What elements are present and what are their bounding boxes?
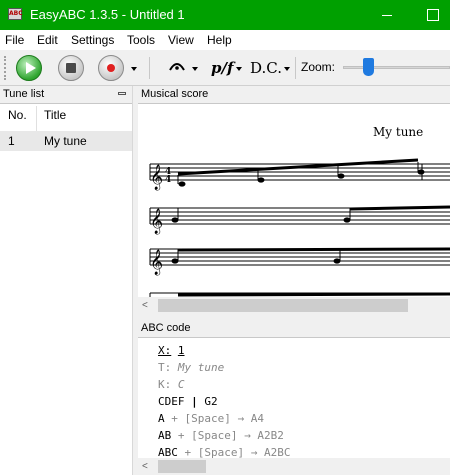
menu-view[interactable]: View: [168, 33, 194, 47]
abc-line-notes: CDEF | G2: [158, 395, 218, 408]
maximize-button[interactable]: [410, 0, 450, 30]
zoom-label: Zoom:: [301, 60, 336, 74]
dc-button[interactable]: D.C.: [250, 59, 282, 77]
abc-scroll-thumb[interactable]: [158, 460, 206, 473]
score-panel-title: Musical score: [141, 88, 209, 100]
tune-list-title: Tune list: [3, 88, 45, 100]
abc-header: ABC code: [138, 320, 450, 338]
menu-help[interactable]: Help: [207, 33, 232, 47]
stop-button[interactable]: [58, 55, 84, 81]
tune-list-panel: [0, 104, 132, 475]
zoom-slider-track[interactable]: [343, 66, 450, 69]
window-title: EasyABC 1.3.5 - Untitled 1: [30, 7, 185, 22]
app-icon: ABC: [8, 8, 23, 20]
minimize-button[interactable]: [364, 0, 410, 30]
abc-line-t: T: My tune: [158, 361, 225, 374]
dynamics-dropdown-icon[interactable]: [236, 67, 242, 71]
menu-bar: File Edit Settings Tools View Help: [0, 30, 450, 50]
tune-title: My tune: [44, 134, 87, 148]
score-scroll-thumb[interactable]: [158, 299, 408, 312]
scroll-left-icon[interactable]: <: [142, 461, 148, 472]
abc-horizontal-scrollbar[interactable]: <: [138, 458, 450, 475]
panel-close-icon[interactable]: [118, 92, 126, 95]
abc-line-k: K: C: [158, 378, 185, 391]
play-button[interactable]: [16, 55, 42, 81]
toolbar-grip[interactable]: [4, 56, 6, 80]
svg-text:4: 4: [165, 175, 171, 185]
score-header: Musical score: [138, 86, 450, 104]
dynamics-button[interactable]: p/f: [211, 59, 233, 77]
abc-line-hint-3: ABC + [Space] → A2BC: [158, 446, 291, 458]
svg-text:𝄞: 𝄞: [150, 208, 163, 234]
abc-line-hint-2: AB + [Space] → A2B2: [158, 429, 284, 442]
menu-file[interactable]: File: [5, 33, 24, 47]
svg-text:𝄞: 𝄞: [150, 249, 163, 275]
tune-list-header: Tune list: [0, 86, 132, 104]
menu-tools[interactable]: Tools: [127, 33, 155, 47]
dc-dropdown-icon[interactable]: [284, 67, 290, 71]
tune-list-row[interactable]: 1 My tune: [0, 131, 132, 151]
toolbar-separator: [295, 57, 296, 79]
tune-number: 1: [8, 134, 15, 148]
column-title-header[interactable]: Title: [44, 108, 66, 130]
abc-line-x: X: 1: [158, 344, 185, 357]
menu-settings[interactable]: Settings: [71, 33, 114, 47]
fermata-icon[interactable]: [168, 56, 186, 74]
musical-score-view[interactable]: My tune 𝄞 4 4 �: [138, 104, 450, 297]
column-no-header[interactable]: No.: [8, 108, 27, 130]
column-divider[interactable]: [36, 106, 37, 132]
abc-panel-title: ABC code: [141, 322, 191, 334]
abc-code-editor[interactable]: X: 1 T: My tune K: C CDEF | G2 A + [Spac…: [138, 338, 450, 458]
svg-text:𝄞: 𝄞: [150, 164, 163, 190]
abc-line-hint-1: A + [Space] → A4: [158, 412, 264, 425]
record-button[interactable]: [98, 55, 124, 81]
menu-edit[interactable]: Edit: [37, 33, 58, 47]
scroll-left-icon[interactable]: <: [142, 300, 148, 311]
toolbar-separator: [149, 57, 150, 79]
title-bar: ABC EasyABC 1.3.5 - Untitled 1: [0, 0, 450, 30]
score-horizontal-scrollbar[interactable]: <: [138, 297, 450, 314]
score-staves: 𝄞 4 4 𝄞 𝄞: [149, 158, 450, 297]
fermata-dropdown-icon[interactable]: [192, 67, 198, 71]
zoom-slider-thumb[interactable]: [363, 58, 374, 76]
record-dropdown-icon[interactable]: [131, 67, 137, 71]
